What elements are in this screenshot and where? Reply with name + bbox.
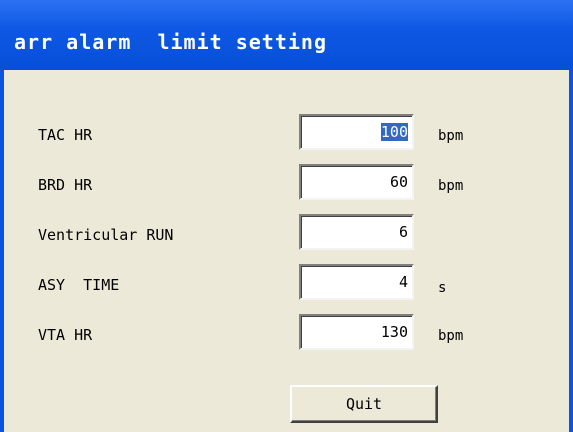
brd-hr-label: BRD HR [38,176,93,194]
brd-hr-value: 60 [389,173,408,191]
quit-button[interactable]: Quit [290,385,438,423]
dialog-body [4,70,569,432]
tac-hr-value: 100 [380,123,408,141]
asy-time-label: ASY TIME [38,276,120,294]
asy-time-field[interactable]: 4 [299,264,414,300]
dialog-title: arr alarm limit setting [14,30,327,54]
ventricular-run-value: 6 [398,223,408,241]
vta-hr-field[interactable]: 130 [299,314,414,350]
title-bar[interactable]: arr alarm limit setting [0,0,573,70]
ventricular-run-label: Ventricular RUN [38,226,174,244]
brd-hr-field[interactable]: 60 [299,164,414,200]
asy-time-unit: s [438,280,447,296]
tac-hr-unit: bpm [438,128,464,144]
vta-hr-unit: bpm [438,328,464,344]
vta-hr-label: VTA HR [38,326,93,344]
tac-hr-field[interactable]: 100 [299,114,414,150]
alarm-limit-dialog: arr alarm limit setting TAC HR 100 bpm B… [0,0,573,432]
brd-hr-unit: bpm [438,178,464,194]
tac-hr-label: TAC HR [38,126,93,144]
ventricular-run-field[interactable]: 6 [299,214,414,250]
asy-time-value: 4 [398,273,408,291]
vta-hr-value: 130 [380,323,408,341]
